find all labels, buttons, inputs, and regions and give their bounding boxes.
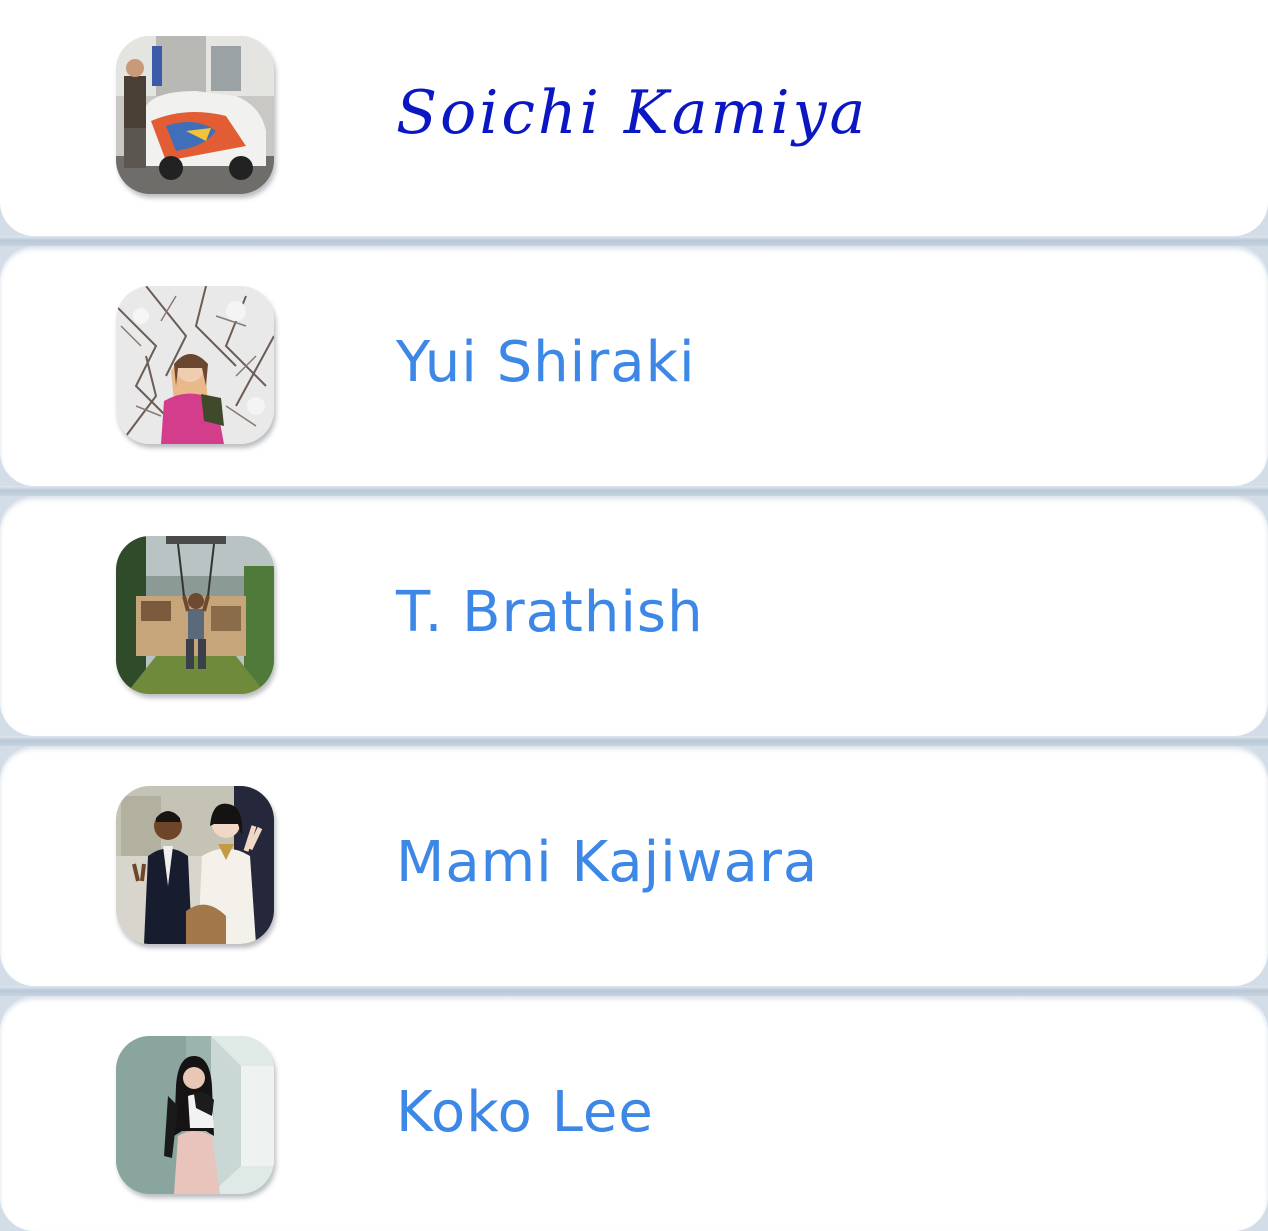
avatar xyxy=(116,786,274,944)
contact-name: T. Brathish xyxy=(396,580,704,645)
row-divider xyxy=(0,236,1268,246)
contact-row-yui-shiraki[interactable]: Yui Shiraki xyxy=(0,246,1268,486)
contact-name: Mami Kajiwara xyxy=(396,830,819,895)
contact-list: Soichi Kamiya Yui Shiraki T. Brathish Ma… xyxy=(0,0,1268,1231)
row-divider xyxy=(0,736,1268,746)
avatar xyxy=(116,536,274,694)
avatar xyxy=(116,36,274,194)
photo-man-with-painted-car-icon xyxy=(116,36,274,194)
row-divider xyxy=(0,986,1268,996)
photo-woman-in-snowy-trees-icon xyxy=(116,286,274,444)
contact-row-t-brathish[interactable]: T. Brathish xyxy=(0,496,1268,736)
photo-couple-at-party-icon xyxy=(116,786,274,944)
avatar xyxy=(116,1036,274,1194)
contact-name: Yui Shiraki xyxy=(396,330,696,395)
photo-man-on-zipline-icon xyxy=(116,536,274,694)
contact-row-soichi-kamiya[interactable]: Soichi Kamiya xyxy=(0,0,1268,236)
avatar xyxy=(116,286,274,444)
photo-woman-with-cat-icon xyxy=(116,1036,274,1194)
row-divider xyxy=(0,486,1268,496)
contact-row-mami-kajiwara[interactable]: Mami Kajiwara xyxy=(0,746,1268,986)
contact-name: Soichi Kamiya xyxy=(396,78,869,148)
contact-row-koko-lee[interactable]: Koko Lee xyxy=(0,996,1268,1231)
contact-name: Koko Lee xyxy=(396,1080,654,1145)
